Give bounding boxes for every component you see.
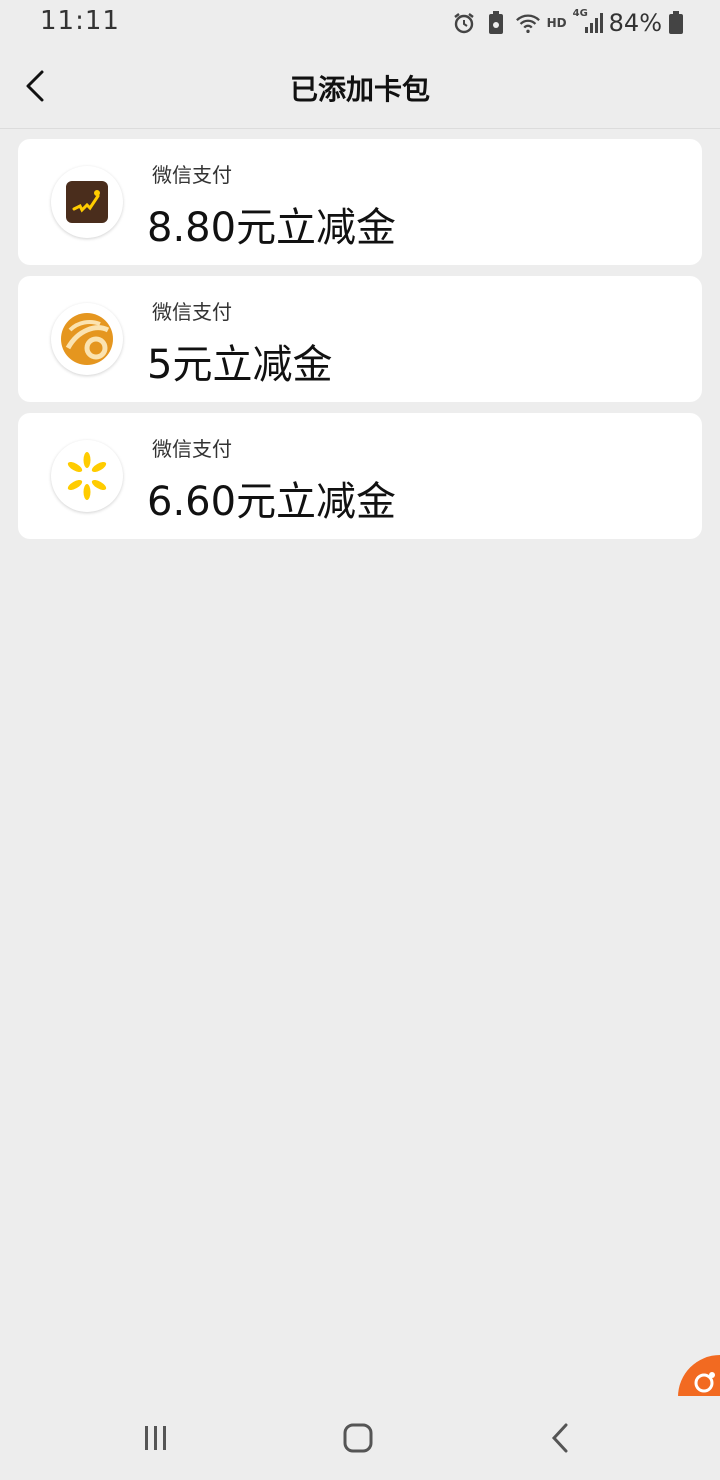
yellow-spark-brand-logo (51, 440, 123, 512)
back-icon (551, 1423, 568, 1453)
card-amount: 5元立减金 (147, 342, 333, 388)
home-icon (343, 1423, 373, 1453)
status-bar: 11:11 HD 4G 84% (0, 0, 720, 48)
battery-icon (668, 10, 684, 36)
recent-apps-icon (145, 1426, 166, 1450)
card-amount: 6.60元立减金 (147, 479, 397, 525)
wifi-icon (515, 10, 541, 36)
card-source: 微信支付 (152, 437, 232, 461)
hd-label: HD (546, 16, 567, 30)
system-nav-bar (0, 1396, 720, 1480)
top-bar: 已添加卡包 (0, 48, 720, 129)
card-source: 微信支付 (152, 163, 232, 187)
signal-icon: 4G (572, 8, 603, 36)
signal-label: 4G (572, 8, 588, 19)
battery-percent: 84% (608, 9, 662, 37)
page-title: 已添加卡包 (289, 73, 430, 106)
floating-assistant-button[interactable] (678, 1355, 720, 1397)
alarm-icon (451, 10, 477, 36)
recent-apps-button[interactable] (126, 1418, 186, 1458)
battery-saver-icon (483, 10, 509, 36)
coupon-card[interactable]: 微信支付 6.60元立减金 (18, 413, 702, 539)
card-source: 微信支付 (152, 300, 232, 324)
status-icons: HD 4G 84% (451, 6, 684, 40)
nav-back-button[interactable] (530, 1418, 590, 1458)
brown-square-brand-logo (51, 166, 123, 238)
coupon-card[interactable]: 微信支付 5元立减金 (18, 276, 702, 402)
status-time: 11:11 (40, 6, 120, 36)
card-list: 微信支付 8.80元立减金 微信支付 5元立减金 微信支付 6.60元立减金 (18, 139, 702, 550)
home-button[interactable] (328, 1418, 388, 1458)
card-amount: 8.80元立减金 (147, 205, 397, 251)
coupon-card[interactable]: 微信支付 8.80元立减金 (18, 139, 702, 265)
orange-swirl-brand-logo (51, 303, 123, 375)
assistant-icon (694, 1372, 715, 1393)
